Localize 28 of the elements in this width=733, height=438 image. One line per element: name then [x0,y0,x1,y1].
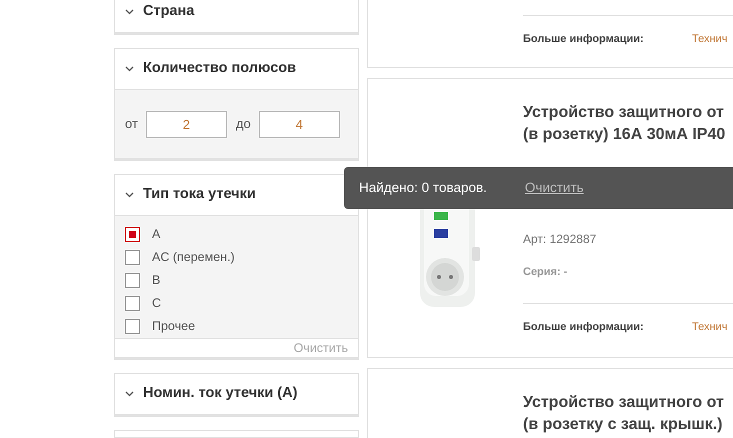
chevron-down-icon [125,9,134,15]
chevron-down-icon [125,192,134,198]
checkbox[interactable] [125,319,140,334]
range-to-field[interactable]: 4 [258,110,340,138]
option-label[interactable]: Прочее [152,317,196,336]
checkbox[interactable] [125,227,140,242]
range-from-field[interactable]: 2 [146,110,227,138]
chevron-down-icon [125,391,134,397]
checkbox[interactable] [125,250,140,265]
more-info-label: Больше информации: [523,32,645,47]
more-info-value[interactable]: Технич [692,318,728,335]
article-number: Арт: 1292887 [523,231,598,248]
series-label: Серия: - [523,265,568,280]
toast-clear-link[interactable]: Очистить [524,178,584,198]
option-label[interactable]: B [152,271,160,290]
checkbox[interactable] [125,273,140,288]
more-info-value[interactable]: Технич [692,31,728,48]
option-label[interactable]: AC (перемен.) [152,248,235,267]
toast-message: Найдено: 0 товаров. [359,178,487,197]
more-info-label: Больше информации: [523,320,645,334]
option-label[interactable]: C [152,294,162,313]
chevron-down-icon [125,66,134,72]
checkbox[interactable] [125,296,140,311]
range-from-label: от [125,115,138,134]
product-title[interactable]: Устройство защитного от (в розетку) 16А 30мА IP40 [523,102,733,146]
product-title[interactable]: Устройство защитного от (в розетку с защ. крышк.) [523,392,733,436]
option-label[interactable]: A [152,225,160,244]
range-to-label: до [236,115,251,134]
